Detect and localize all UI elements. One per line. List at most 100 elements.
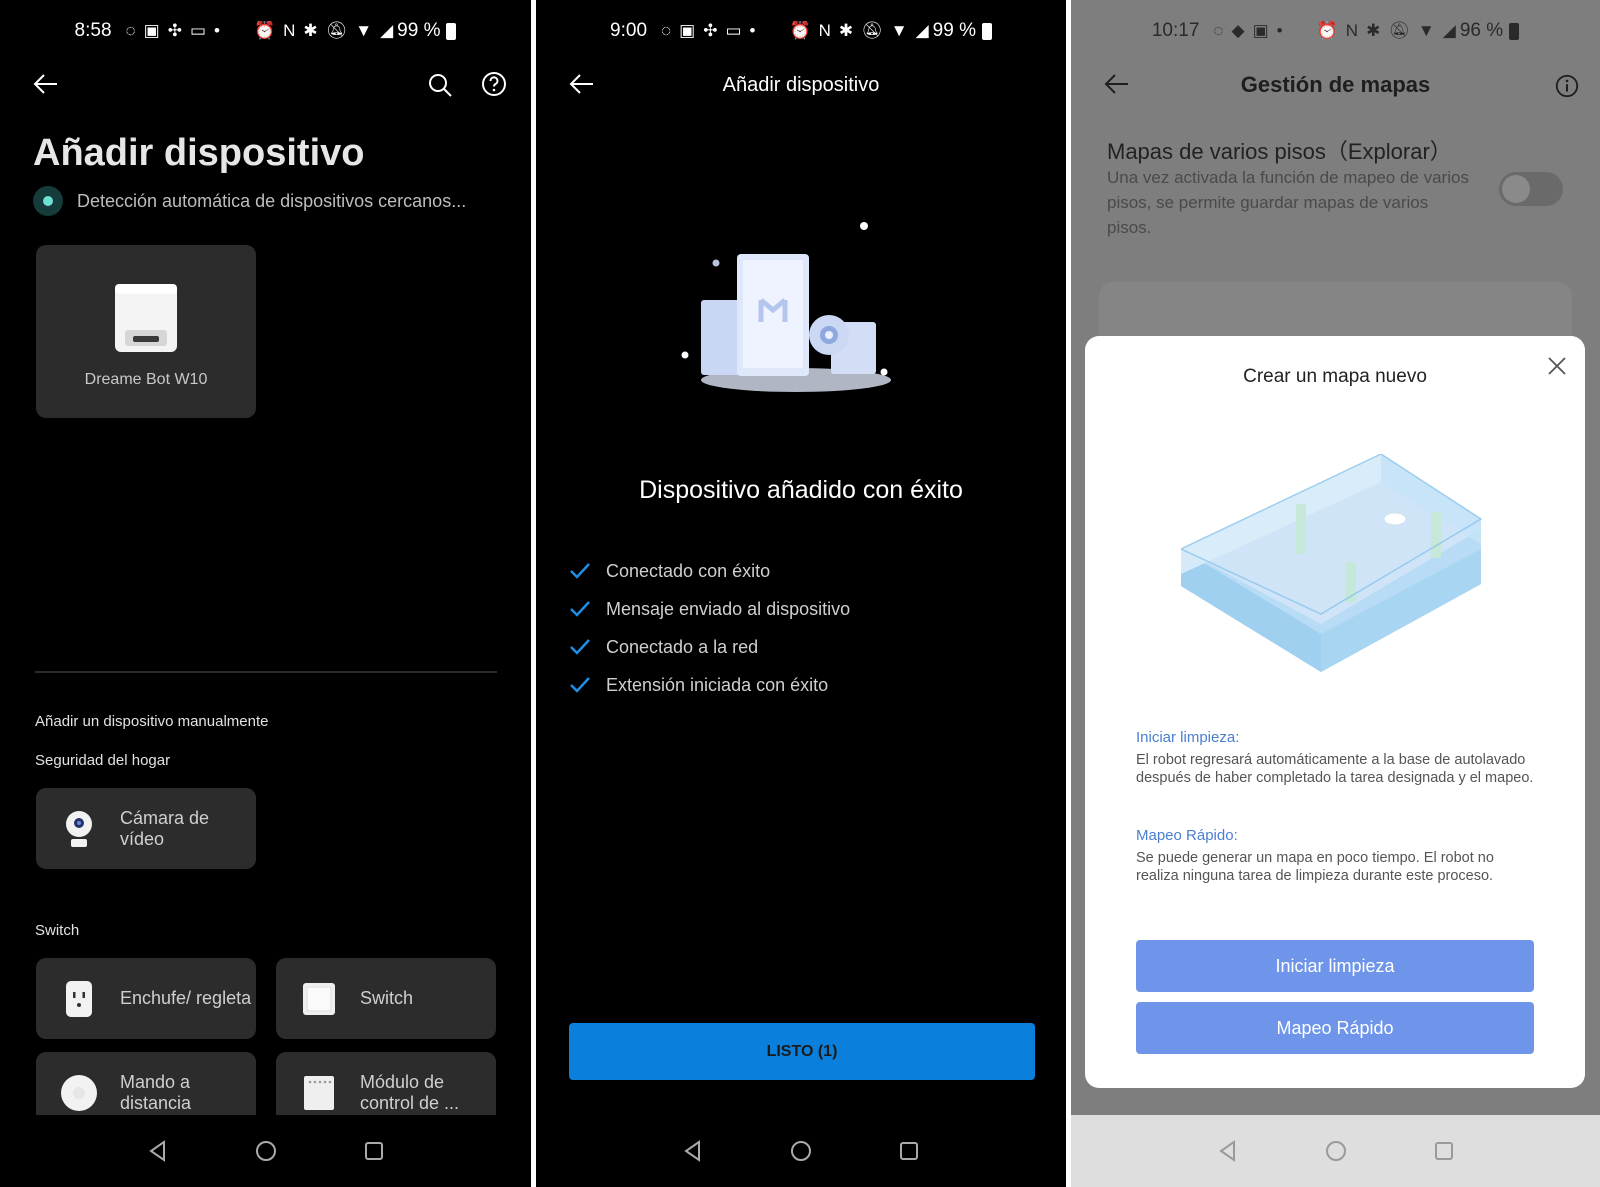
nav-home-icon[interactable] <box>788 1138 814 1164</box>
alarm-icon: ⏰ <box>1316 21 1338 40</box>
gallery-icon: ▭ <box>189 21 206 40</box>
check-icon <box>570 563 590 579</box>
close-icon[interactable] <box>1545 354 1569 383</box>
device-type-label: Switch <box>360 988 414 1008</box>
wall-switch-icon <box>296 976 342 1022</box>
check-item: Mensaje enviado al dispositivo <box>568 590 850 628</box>
mute-icon: 🔕︎ <box>1388 21 1410 40</box>
section-title-home-security: Seguridad del hogar <box>35 752 171 769</box>
bluetooth-icon: ✱ <box>838 21 854 40</box>
status-bar: 8:58 ◌ ▣ ✣ ▭ • ⏰ N ✱ 🔕︎ ▼ ◢ 99 % <box>0 18 531 44</box>
status-time: 8:58 <box>74 20 112 41</box>
wifi-icon: ▼ <box>1417 21 1435 40</box>
check-label: Conectado a la red <box>606 636 759 657</box>
nav-back-icon[interactable] <box>145 1138 171 1164</box>
camera-icon <box>56 806 102 852</box>
system-nav-bar <box>1071 1115 1600 1187</box>
floor-map-illustration <box>1179 453 1491 679</box>
gallery-icon: ▭ <box>725 21 742 40</box>
page-title: Añadir dispositivo <box>33 132 365 174</box>
nav-back-icon[interactable] <box>1215 1138 1241 1164</box>
system-nav-bar <box>0 1115 531 1187</box>
dot-icon: • <box>214 21 220 40</box>
divider <box>35 671 497 673</box>
check-icon <box>570 601 590 617</box>
nfc-icon: N <box>818 21 831 40</box>
plug-icon <box>56 976 102 1022</box>
check-icon <box>570 677 590 693</box>
device-type-plug[interactable]: Enchufe/ regleta <box>36 958 256 1039</box>
dialog-title: Crear un mapa nuevo <box>1243 366 1427 387</box>
check-label: Mensaje enviado al dispositivo <box>606 598 851 619</box>
battery-percent: 99 % <box>932 20 976 41</box>
search-icon[interactable] <box>426 71 454 104</box>
option-quick-map-title: Mapeo Rápido: <box>1136 827 1238 844</box>
signal-icon: ◢ <box>1442 21 1456 40</box>
check-label: Extensión iniciada con éxito <box>606 674 829 695</box>
whatsapp-icon: ◌ <box>661 21 672 40</box>
screen-add-device: 8:58 ◌ ▣ ✣ ▭ • ⏰ N ✱ 🔕︎ ▼ ◢ 99 % Añadir … <box>0 0 531 1187</box>
found-device-name: Dreame Bot W10 <box>84 371 208 388</box>
check-item: Conectado a la red <box>568 628 850 666</box>
battery-icon <box>981 22 992 40</box>
fan-icon: ✣ <box>167 21 182 40</box>
signal-icon: ◢ <box>915 21 929 40</box>
status-bar: 10:17 ◌ ◆ ▣ • ⏰ N ✱ 🔕︎ ▼ ◢ 96 % <box>1071 18 1600 44</box>
app-icon: ▣ <box>143 21 160 40</box>
smart-home-illustration <box>681 210 911 405</box>
device-type-label: Mando a distancia <box>120 1071 192 1113</box>
start-cleaning-button[interactable]: Iniciar limpieza <box>1136 940 1534 992</box>
nav-home-icon[interactable] <box>1323 1138 1349 1164</box>
battery-percent: 99 % <box>397 20 441 41</box>
screen-map-management: 10:17 ◌ ◆ ▣ • ⏰ N ✱ 🔕︎ ▼ ◢ 96 % Gestión … <box>1071 0 1600 1187</box>
system-nav-bar <box>536 1115 1066 1187</box>
wifi-icon: ▼ <box>355 21 373 40</box>
scanning-indicator-icon <box>33 186 63 216</box>
check-item: Conectado con éxito <box>568 552 850 590</box>
auto-detect-status: Detección automática de dispositivos cer… <box>33 186 466 216</box>
app-icon: ▣ <box>679 21 696 40</box>
device-type-switch[interactable]: Switch <box>276 958 496 1039</box>
multifloor-description: Una vez activada la función de mapeo de … <box>1107 168 1469 237</box>
done-button[interactable]: LISTO (1) <box>569 1023 1035 1080</box>
found-device-card[interactable]: Dreame Bot W10 <box>36 245 256 418</box>
device-type-label: Cámara de vídeo <box>120 807 210 849</box>
screen-device-added: 9:00 ◌ ▣ ✣ ▭ • ⏰ N ✱ 🔕︎ ▼ ◢ 99 % Añadir … <box>536 0 1066 1187</box>
help-icon[interactable] <box>480 70 508 103</box>
check-icon <box>570 639 590 655</box>
fan-icon: ✣ <box>703 21 718 40</box>
bluetooth-icon: ✱ <box>1366 21 1381 40</box>
device-type-label: Enchufe/ regleta <box>120 988 252 1008</box>
success-heading: Dispositivo añadido con éxito <box>639 476 963 504</box>
nfc-icon: N <box>283 21 296 40</box>
option-quick-map-description: Se puede generar un mapa en poco tiempo.… <box>1136 850 1494 884</box>
device-type-camera[interactable]: Cámara de vídeo <box>36 788 256 869</box>
nav-home-icon[interactable] <box>253 1138 279 1164</box>
create-map-dialog: Crear un mapa nuevo Iniciar limpieza: El… <box>1085 336 1585 1088</box>
alarm-icon: ⏰ <box>789 21 811 40</box>
back-arrow-icon[interactable] <box>32 70 60 103</box>
info-icon[interactable] <box>1554 73 1580 104</box>
dot-icon: • <box>749 21 756 40</box>
whatsapp-icon: ◌ <box>125 21 136 40</box>
quick-mapping-button[interactable]: Mapeo Rápido <box>1136 1002 1534 1054</box>
section-title-switch: Switch <box>35 922 80 939</box>
option-clean-description: El robot regresará automáticamente a la … <box>1136 752 1534 786</box>
nav-recents-icon[interactable] <box>361 1138 387 1164</box>
robot-station-icon <box>111 280 183 361</box>
bluetooth-icon: ✱ <box>303 21 318 40</box>
nav-recents-icon[interactable] <box>1431 1138 1457 1164</box>
signal-icon: ◢ <box>380 21 394 40</box>
nav-recents-icon[interactable] <box>896 1138 922 1164</box>
app-icon: ▣ <box>1252 21 1269 40</box>
multifloor-toggle[interactable] <box>1499 172 1563 206</box>
nav-back-icon[interactable] <box>680 1138 706 1164</box>
status-time: 9:00 <box>610 20 648 41</box>
battery-icon <box>446 22 457 40</box>
status-time: 10:17 <box>1151 20 1200 41</box>
mute-icon: 🔕︎ <box>325 21 348 40</box>
device-type-label: Módulo de control de ... <box>360 1071 460 1113</box>
whatsapp-icon: ◌ <box>1213 21 1224 40</box>
game-icon: ◆ <box>1231 21 1245 40</box>
option-clean-title: Iniciar limpieza: <box>1136 729 1240 746</box>
